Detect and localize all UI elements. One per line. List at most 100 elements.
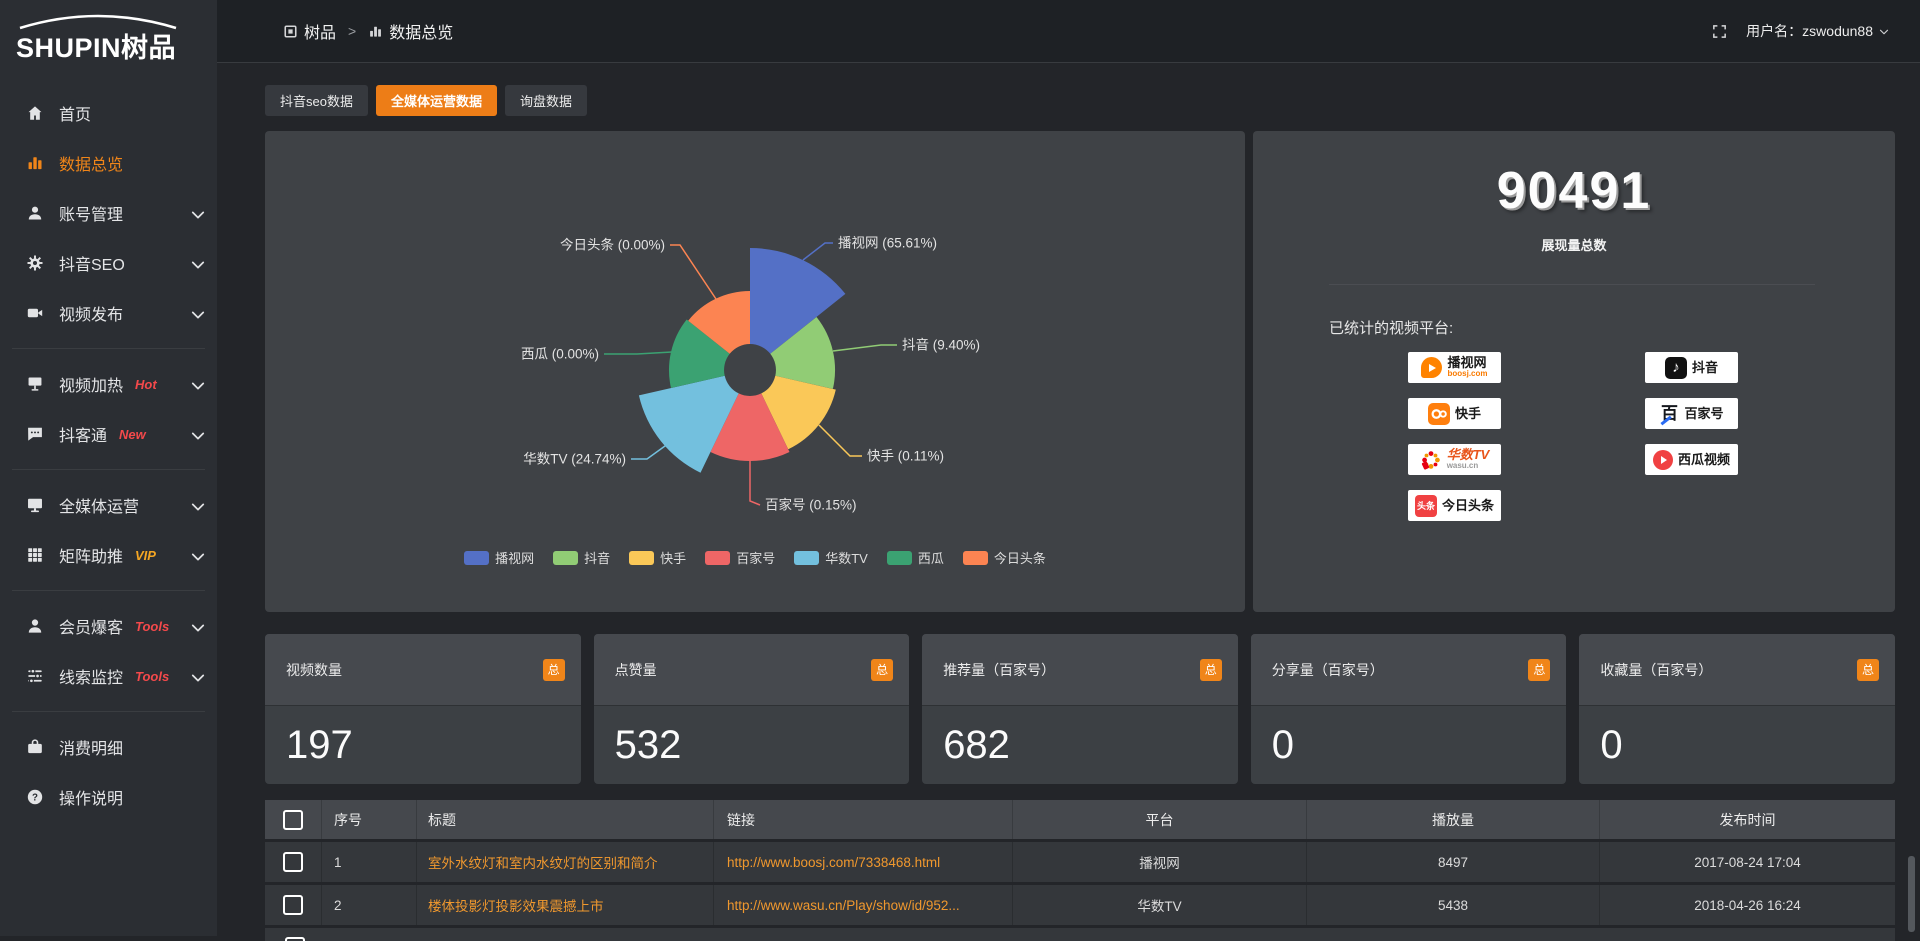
sidebar-item-wallet[interactable]: 消费明细 [0,722,217,772]
table-row-partial [265,928,1895,941]
sidebar-item-user[interactable]: 账号管理 [0,188,217,238]
platform-name: 今日头条 [1442,499,1494,513]
sidebar-item-sliders[interactable]: 线索监控Tools [0,651,217,701]
platform-name: 抖音 [1692,361,1718,375]
sidebar-divider [12,590,205,591]
column-header-2: 标题 [416,800,713,839]
sidebar-item-chat[interactable]: 抖客通New [0,409,217,459]
sidebar-item-label: 视频加热 [59,372,123,396]
column-header-5: 播放量 [1306,800,1599,839]
sidebar-item-label: 抖客通 [59,422,107,446]
pie-label-line [833,345,897,351]
column-header-3: 链接 [713,800,1012,839]
table-row-0: 1 室外水纹灯和室内水纹灯的区别和简介 http://www.boosj.com/7… [265,842,1895,882]
baijiahao-logo: 百 [1659,403,1679,425]
platform-name: 华数TV [1447,448,1490,462]
tab-0[interactable]: 抖音seo数据 [265,85,368,116]
platform-sub: wasu.cn [1447,462,1479,471]
total-badge[interactable]: 总 [1200,659,1222,681]
platform-name: 快手 [1455,407,1481,421]
sidebar-item-help[interactable]: ?操作说明 [0,772,217,822]
sidebar-item-label: 账号管理 [59,201,123,225]
cell-title: 楼体投影灯投影效果震撼上市 [416,885,713,925]
legend-swatch [887,551,912,565]
stat-cards-row: 视频数量总197点赞量总532推荐量（百家号）总682分享量（百家号）总0收藏量… [265,634,1895,784]
legend-item-4[interactable]: 华数TV [794,548,868,567]
user-icon [26,204,44,222]
kuaishou-logo [1428,403,1450,425]
user-menu[interactable]: 用户名：zswodun88 [1746,21,1890,41]
legend-item-2[interactable]: 快手 [629,548,686,567]
stat-card-value: 0 [1579,706,1895,784]
sidebar-item-badge: VIP [135,548,156,563]
tab-1[interactable]: 全媒体运营数据 [376,85,497,116]
row-checkbox[interactable] [283,852,303,872]
pie-label: 今日头条 (0.00%) [560,237,665,253]
sidebar-item-video-camera[interactable]: 视频发布 [0,288,217,338]
row-checkbox[interactable] [285,937,305,941]
sidebar-item-grid[interactable]: 矩阵助推 VIP [0,530,217,580]
total-badge[interactable]: 总 [1528,659,1550,681]
legend-label: 华数TV [825,548,868,567]
chart-panel: 播视网 (65.61%)抖音 (9.40%)快手 (0.11%)百家号 (0.1… [265,131,1245,612]
cell-link: http://www.boosj.com/7338468.html [713,842,1012,882]
cell-title: 室外水纹灯和室内水纹灯的区别和简介 [416,842,713,882]
legend-item-6[interactable]: 今日头条 [963,548,1046,567]
logo-arc [14,8,182,30]
sidebar-item-label: 矩阵助推 [59,543,123,567]
impressions-total-label: 展现量总数 [1253,235,1895,254]
legend-item-3[interactable]: 百家号 [705,548,775,567]
column-header-1: 序号 [321,800,416,839]
legend-swatch [464,551,489,565]
videos-table: 序号标题链接平台播放量发布时间1 室外水纹灯和室内水纹灯的区别和简介 http://… [265,800,1895,941]
chart-legend: 播视网 抖音快手百家号 华数TV 西瓜今日头条 [265,548,1245,567]
sidebar-item-member[interactable]: 会员爆客Tools [0,601,217,651]
legend-item-1[interactable]: 抖音 [553,548,610,567]
pie-label-line [670,245,716,299]
impressions-total: 90491 [1253,161,1895,221]
select-all-checkbox[interactable] [283,810,303,830]
legend-label: 抖音 [584,548,610,567]
sidebar-item-bar-chart[interactable]: 数据总览 [0,138,217,188]
video-url-link[interactable]: http://www.wasu.cn/Play/show/id/952... [727,898,960,913]
video-title-link[interactable]: 室外水纹灯和室内水纹灯的区别和简介 [428,852,658,872]
home-icon [26,104,44,122]
legend-item-5[interactable]: 西瓜 [887,548,944,567]
boosj-logo [1421,357,1442,378]
cell-index: 1 [321,842,416,882]
stat-card-label: 推荐量（百家号） [943,660,1055,680]
fullscreen-icon [1711,23,1728,40]
total-badge[interactable]: 总 [871,659,893,681]
breadcrumb-item[interactable]: 数据总览 [368,19,453,43]
sidebar-item-billboard[interactable]: 视频加热 Hot [0,359,217,409]
total-badge[interactable]: 总 [1857,659,1879,681]
video-title-link[interactable]: 楼体投影灯投影效果震撼上市 [428,895,604,915]
video-url-link[interactable]: http://www.boosj.com/7338468.html [727,855,940,870]
chevron-down-icon [1878,26,1890,38]
topbar: 树品>数据总览 用户名：zswodun88 [217,0,1920,63]
legend-label: 西瓜 [918,548,944,567]
sidebar-item-gear[interactable]: 抖音SEO [0,238,217,288]
chat-icon [26,425,44,443]
billboard-icon [26,375,44,393]
legend-item-0[interactable]: 播视网 [464,548,534,567]
sidebar-item-home[interactable]: 首页 [0,88,217,138]
sidebar-item-monitor[interactable]: 全媒体运营 [0,480,217,530]
row-checkbox[interactable] [283,895,303,915]
sidebar-item-label: 操作说明 [59,785,123,809]
scrollbar-thumb[interactable] [1908,856,1915,932]
total-badge[interactable]: 总 [543,659,565,681]
sidebar-item-badge: Hot [135,377,157,392]
platform-badge-6: 头条今日头条 [1408,490,1501,521]
member-icon [26,617,44,635]
sidebar-item-label: 视频发布 [59,301,123,325]
tab-2[interactable]: 询盘数据 [505,85,587,116]
table-header-row: 序号标题链接平台播放量发布时间 [265,800,1895,839]
cell-plays: 5438 [1306,885,1599,925]
pie-slice-4[interactable] [639,376,739,473]
platform-badge-5: 西瓜视频 [1645,444,1738,475]
breadcrumb-item[interactable]: 树品 [283,19,336,43]
fullscreen-icon[interactable] [1711,23,1728,40]
pie-label: 华数TV (24.74%) [523,452,626,467]
platform-badge-2: 快手 [1408,398,1501,429]
